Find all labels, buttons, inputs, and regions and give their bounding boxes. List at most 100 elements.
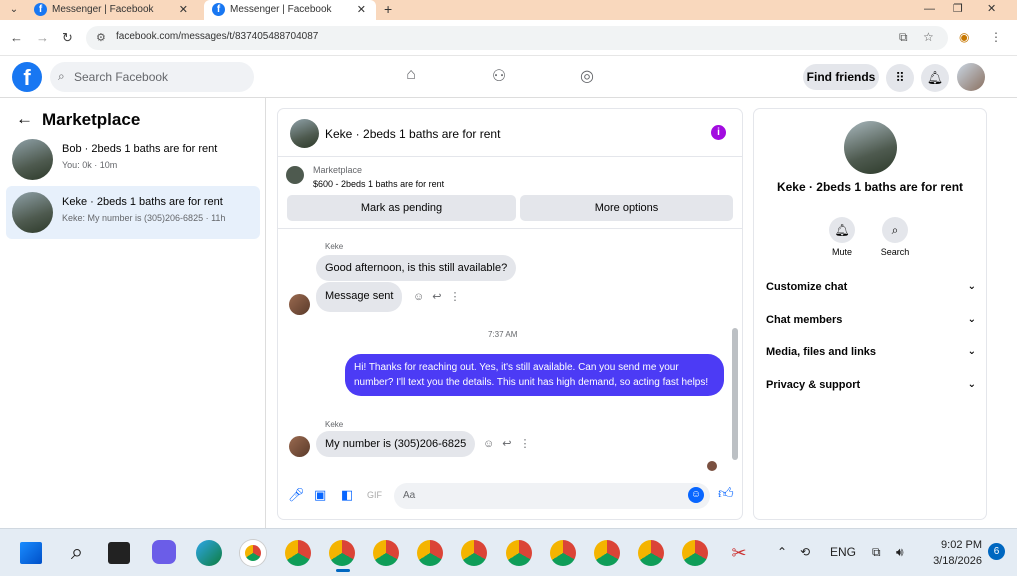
new-tab-icon[interactable]: + — [384, 0, 392, 18]
chrome-profile-icon[interactable] — [550, 540, 576, 566]
gif-icon[interactable]: GIF — [367, 490, 382, 500]
back-icon[interactable]: ← — [10, 30, 23, 45]
chrome-profile-icon[interactable] — [329, 540, 355, 566]
contact-avatar[interactable] — [844, 121, 897, 174]
edge-icon[interactable] — [196, 540, 222, 566]
chat-title[interactable]: Keke · 2beds 1 baths are for rent — [325, 127, 500, 141]
close-window-icon[interactable]: ✕ — [987, 0, 996, 20]
message-input[interactable]: Aa ☺ — [394, 483, 710, 509]
section-customize-chat[interactable]: Customize chat ⌄ — [766, 281, 976, 301]
notifications-bell-icon[interactable]: 🔔︎ — [921, 64, 949, 92]
start-windows-icon[interactable] — [20, 542, 42, 564]
snipping-tool-icon[interactable]: ✂ — [726, 540, 752, 566]
find-friends-button[interactable]: Find friends — [803, 64, 879, 90]
mute-bell-icon[interactable]: 🔔︎ — [829, 217, 855, 243]
search-icon[interactable]: ⌕ — [882, 217, 908, 243]
sender-avatar[interactable] — [289, 436, 310, 457]
conversation-preview: Keke: My number is (305)206-6825 · 11h — [62, 213, 226, 223]
chat-avatar[interactable] — [290, 119, 319, 148]
chrome-profile-icon[interactable] — [417, 540, 443, 566]
more-options-button[interactable]: More options — [520, 195, 733, 221]
sticker-icon[interactable]: ◧ — [341, 487, 353, 503]
chrome-profile-icon[interactable] — [373, 540, 399, 566]
close-tab-icon[interactable]: ✕ — [357, 0, 366, 20]
clock[interactable]: 9:02 PM 3/18/2026 — [924, 537, 982, 569]
search-placeholder: Search Facebook — [74, 70, 169, 84]
reload-icon[interactable]: ↻ — [62, 30, 73, 46]
home-icon[interactable]: ⌂ — [400, 66, 422, 88]
mark-as-pending-button[interactable]: Mark as pending — [287, 195, 516, 221]
react-icon[interactable]: ☺ — [413, 291, 432, 303]
notification-badge[interactable]: 6 — [988, 543, 1005, 560]
section-chat-members[interactable]: Chat members ⌄ — [766, 314, 976, 334]
outgoing-message[interactable]: Hi! Thanks for reaching out. Yes, it's s… — [345, 354, 724, 396]
volume-icon[interactable]: 🔊︎ — [896, 545, 904, 560]
browser-tab-1[interactable]: f Messenger | Facebook ✕ — [26, 0, 198, 20]
browser-menu-icon[interactable]: ⋮ — [990, 30, 1002, 44]
react-icon[interactable]: ☺ — [483, 438, 502, 450]
minimize-icon[interactable]: — — [924, 0, 935, 20]
facebook-favicon-icon: f — [212, 3, 225, 16]
section-media-files-links[interactable]: Media, files and links ⌄ — [766, 346, 976, 366]
photo-icon[interactable]: ▣ — [314, 487, 326, 503]
sync-icon[interactable]: ⟲ — [800, 545, 810, 559]
menu-grid-icon[interactable]: ⠿ — [886, 64, 914, 92]
forward-icon[interactable]: → — [36, 30, 49, 45]
listing-detail[interactable]: $600 - 2beds 1 baths are for rent — [313, 179, 444, 189]
info-icon[interactable]: i — [711, 125, 726, 140]
seen-avatar — [707, 461, 717, 471]
emoji-icon[interactable]: ☺ — [688, 487, 704, 503]
section-label: Privacy & support — [766, 379, 861, 391]
chat-scrollbar[interactable] — [732, 240, 738, 465]
search-input[interactable]: ⌕ Search Facebook — [50, 62, 254, 92]
chrome-icon[interactable] — [240, 540, 266, 566]
facebook-logo-icon[interactable]: f — [12, 62, 42, 92]
incoming-message[interactable]: Message sent — [316, 282, 403, 312]
reply-icon[interactable]: ↩ — [502, 438, 519, 450]
conversation-item-bob[interactable]: Bob · 2beds 1 baths are for rent You: 0k… — [6, 133, 260, 186]
url-text[interactable]: facebook.com/messages/t/837405488704087 — [116, 31, 318, 42]
scrollbar-thumb[interactable] — [732, 328, 738, 460]
display-icon[interactable]: ⧉ — [872, 545, 881, 560]
install-app-icon[interactable]: ⧉ — [899, 30, 908, 45]
listing-thumbnail[interactable] — [286, 166, 304, 184]
account-avatar[interactable] — [957, 63, 985, 91]
url-box[interactable]: ⚙ facebook.com/messages/t/83740548870408… — [86, 26, 948, 50]
chrome-profile-icon[interactable] — [506, 540, 532, 566]
reply-icon[interactable]: ↩ — [432, 291, 449, 303]
chrome-profile-icon[interactable] — [682, 540, 708, 566]
chrome-profile-icon[interactable] — [594, 540, 620, 566]
section-privacy-support[interactable]: Privacy & support ⌄ — [766, 379, 976, 399]
chrome-profile-icon[interactable] — [285, 540, 311, 566]
teams-icon[interactable] — [152, 540, 176, 564]
microphone-icon[interactable]: 🎤︎ — [288, 487, 305, 503]
restore-icon[interactable]: ❐ — [953, 0, 963, 20]
sender-avatar[interactable] — [289, 294, 310, 315]
page-scrollbar[interactable] — [999, 98, 1017, 528]
language-indicator[interactable]: ENG — [830, 545, 856, 559]
bookmark-star-icon[interactable]: ☆ — [923, 30, 934, 44]
taskbar-search-icon[interactable]: ⌕ — [64, 540, 90, 566]
groups-icon[interactable]: ◎ — [576, 66, 598, 88]
friends-icon[interactable]: ⚇ — [488, 66, 510, 88]
thumbs-up-icon[interactable]: 👍︎ — [718, 485, 734, 503]
chrome-profile-icon[interactable] — [461, 540, 487, 566]
conversation-title: Bob · 2beds 1 baths are for rent — [62, 143, 218, 155]
profile-icon[interactable]: ◉ — [959, 30, 969, 44]
incoming-message[interactable]: Good afternoon, is this still available? — [316, 255, 517, 281]
browser-tab-2[interactable]: f Messenger | Facebook ✕ — [204, 0, 376, 20]
back-arrow-icon[interactable]: ← — [16, 109, 33, 129]
site-settings-icon[interactable]: ⚙ — [96, 31, 106, 44]
incoming-message[interactable]: My number is (305)206-6825 — [316, 431, 476, 457]
tab-search-icon[interactable]: ⌄ — [6, 2, 22, 18]
task-view-icon[interactable] — [108, 542, 130, 564]
facebook-favicon-icon: f — [34, 3, 47, 16]
more-icon[interactable]: ⋮ — [519, 438, 538, 450]
chevron-down-icon: ⌄ — [967, 346, 976, 357]
more-icon[interactable]: ⋮ — [449, 291, 468, 303]
show-hidden-icons-chevron-icon[interactable]: ⌃ — [777, 545, 787, 559]
browser-tab-bar: ⌄ f Messenger | Facebook ✕ f Messenger |… — [0, 0, 1017, 20]
chrome-profile-icon[interactable] — [638, 540, 664, 566]
conversation-item-keke[interactable]: Keke · 2beds 1 baths are for rent Keke: … — [6, 186, 260, 239]
close-tab-icon[interactable]: ✕ — [179, 0, 188, 20]
